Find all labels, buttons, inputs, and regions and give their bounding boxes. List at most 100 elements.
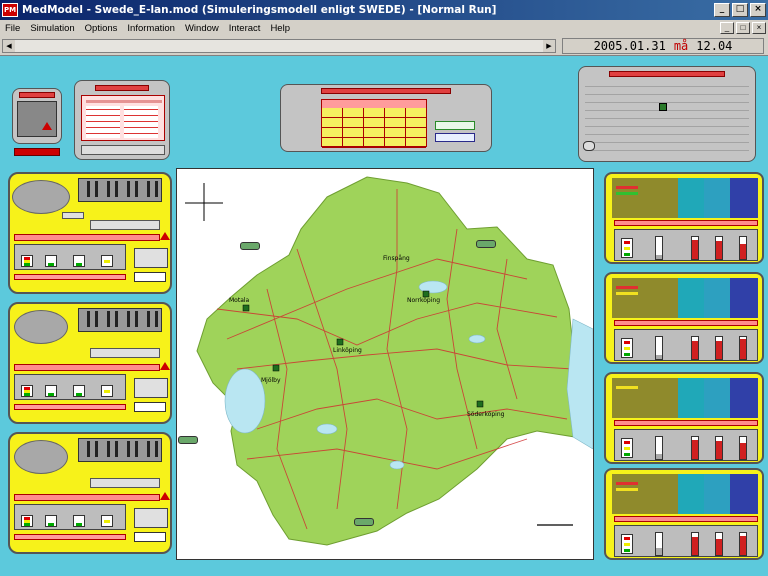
hospital-2-label <box>614 320 758 326</box>
stripe <box>612 474 678 514</box>
legend-green <box>435 121 475 130</box>
alarm-panel-header <box>19 92 55 98</box>
indicator-line <box>616 186 638 189</box>
city-label-linkoping: Linköping <box>333 347 362 354</box>
traffic-light-icon <box>621 338 633 358</box>
sector-2-label <box>14 364 160 371</box>
legend-entries <box>585 81 749 157</box>
county-map[interactable]: Linköping Norrköping Motala Finspång Mjö… <box>176 168 594 560</box>
indicator-line <box>616 482 638 485</box>
scroll-right-icon[interactable]: ▶ <box>543 40 555 52</box>
unit-button[interactable] <box>354 518 374 526</box>
level-tube <box>715 436 723 460</box>
menu-interact[interactable]: Interact <box>224 23 266 34</box>
hospital-3-gauges <box>614 429 758 461</box>
status-row: ◀ ▶ 2005.01.31 må 12.04 <box>0 36 768 56</box>
sector-3-resources <box>14 504 126 530</box>
menu-help[interactable]: Help <box>265 23 295 34</box>
statistics-table <box>321 99 427 148</box>
stripe <box>730 474 758 514</box>
resource-buttons[interactable] <box>81 145 165 155</box>
city-label-finspang: Finspång <box>383 255 410 262</box>
menu-file[interactable]: File <box>0 23 25 34</box>
stripe <box>730 378 758 418</box>
mdi-close-button[interactable]: × <box>752 22 766 34</box>
sector-1-reserve <box>134 248 168 268</box>
level-tube <box>715 336 723 360</box>
unit-button[interactable] <box>178 436 198 444</box>
maximize-button[interactable]: □ <box>732 3 748 17</box>
level-tube <box>655 436 663 460</box>
county-landmass <box>196 176 582 546</box>
indicator-line <box>616 292 638 295</box>
menu-information[interactable]: Information <box>122 23 180 34</box>
traffic-light-icon <box>45 385 57 397</box>
menu-options[interactable]: Options <box>80 23 123 34</box>
sector-1-resources <box>14 244 126 270</box>
horizontal-scrollbar[interactable]: ◀ ▶ <box>2 39 556 53</box>
sector-3-reserve <box>134 508 168 528</box>
sector-1-value <box>62 212 84 219</box>
stripe <box>730 278 758 318</box>
close-button[interactable]: × <box>750 3 766 17</box>
legend-panel <box>578 66 756 162</box>
sector-2-bar <box>90 348 160 358</box>
indicator-line <box>616 386 638 389</box>
alarm-panel <box>12 88 62 144</box>
level-tube <box>739 336 747 360</box>
sector-2-oval <box>14 310 68 344</box>
stripe <box>612 278 678 318</box>
menu-simulation[interactable]: Simulation <box>25 23 79 34</box>
statistics-panel <box>280 84 492 152</box>
alarm-indicator <box>14 148 60 156</box>
menu-window[interactable]: Window <box>180 23 224 34</box>
statistics-header <box>321 88 451 94</box>
hospital-2-gauges <box>614 329 758 361</box>
minimize-button[interactable]: _ <box>714 3 730 17</box>
sector-1-warning-icon <box>160 232 170 240</box>
mdi-minimize-button[interactable]: _ <box>720 22 734 34</box>
level-tube <box>655 336 663 360</box>
scroll-left-icon[interactable]: ◀ <box>3 40 15 52</box>
app-icon: PM <box>2 3 18 17</box>
stripe <box>730 178 758 218</box>
sector-2-reserve <box>134 378 168 398</box>
unit-button[interactable] <box>240 242 260 250</box>
traffic-light-icon <box>101 515 113 527</box>
level-tube <box>691 336 699 360</box>
sector-3-buttons[interactable] <box>14 534 126 540</box>
mdi-restore-button[interactable]: □ <box>736 22 750 34</box>
stripe <box>678 474 704 514</box>
sector-3-label <box>14 494 160 501</box>
traffic-light-icon <box>101 385 113 397</box>
alarm-display <box>17 101 57 137</box>
clock-day: må <box>673 39 689 53</box>
traffic-light-icon <box>621 438 633 458</box>
traffic-light-icon <box>621 238 633 258</box>
sector-2-buttons[interactable] <box>14 404 126 410</box>
legend-header <box>609 71 725 77</box>
city-label-norrkoping: Norrköping <box>407 297 441 304</box>
unit-button[interactable] <box>476 240 496 248</box>
stripe <box>612 178 678 218</box>
hospital-4-label <box>614 516 758 522</box>
ambulance-icon <box>583 141 595 151</box>
clock-time: 12.04 <box>696 39 733 53</box>
sector-3-oval <box>14 440 68 474</box>
sector-3-bar <box>90 478 160 488</box>
traffic-light-icon <box>45 255 57 267</box>
sector-3-building <box>78 438 162 462</box>
level-tube <box>655 532 663 556</box>
sector-1-building <box>78 178 162 202</box>
sector-2-building <box>78 308 162 332</box>
unit-icon <box>659 103 667 111</box>
sector-2-resources <box>14 374 126 400</box>
clock-date: 2005.01.31 <box>593 39 666 53</box>
sector-1-oval <box>12 180 70 214</box>
stripe <box>612 378 678 418</box>
sector-1-buttons[interactable] <box>14 274 126 280</box>
traffic-light-icon <box>45 515 57 527</box>
stripe <box>678 278 704 318</box>
level-tube <box>691 236 699 260</box>
stripe <box>704 278 730 318</box>
